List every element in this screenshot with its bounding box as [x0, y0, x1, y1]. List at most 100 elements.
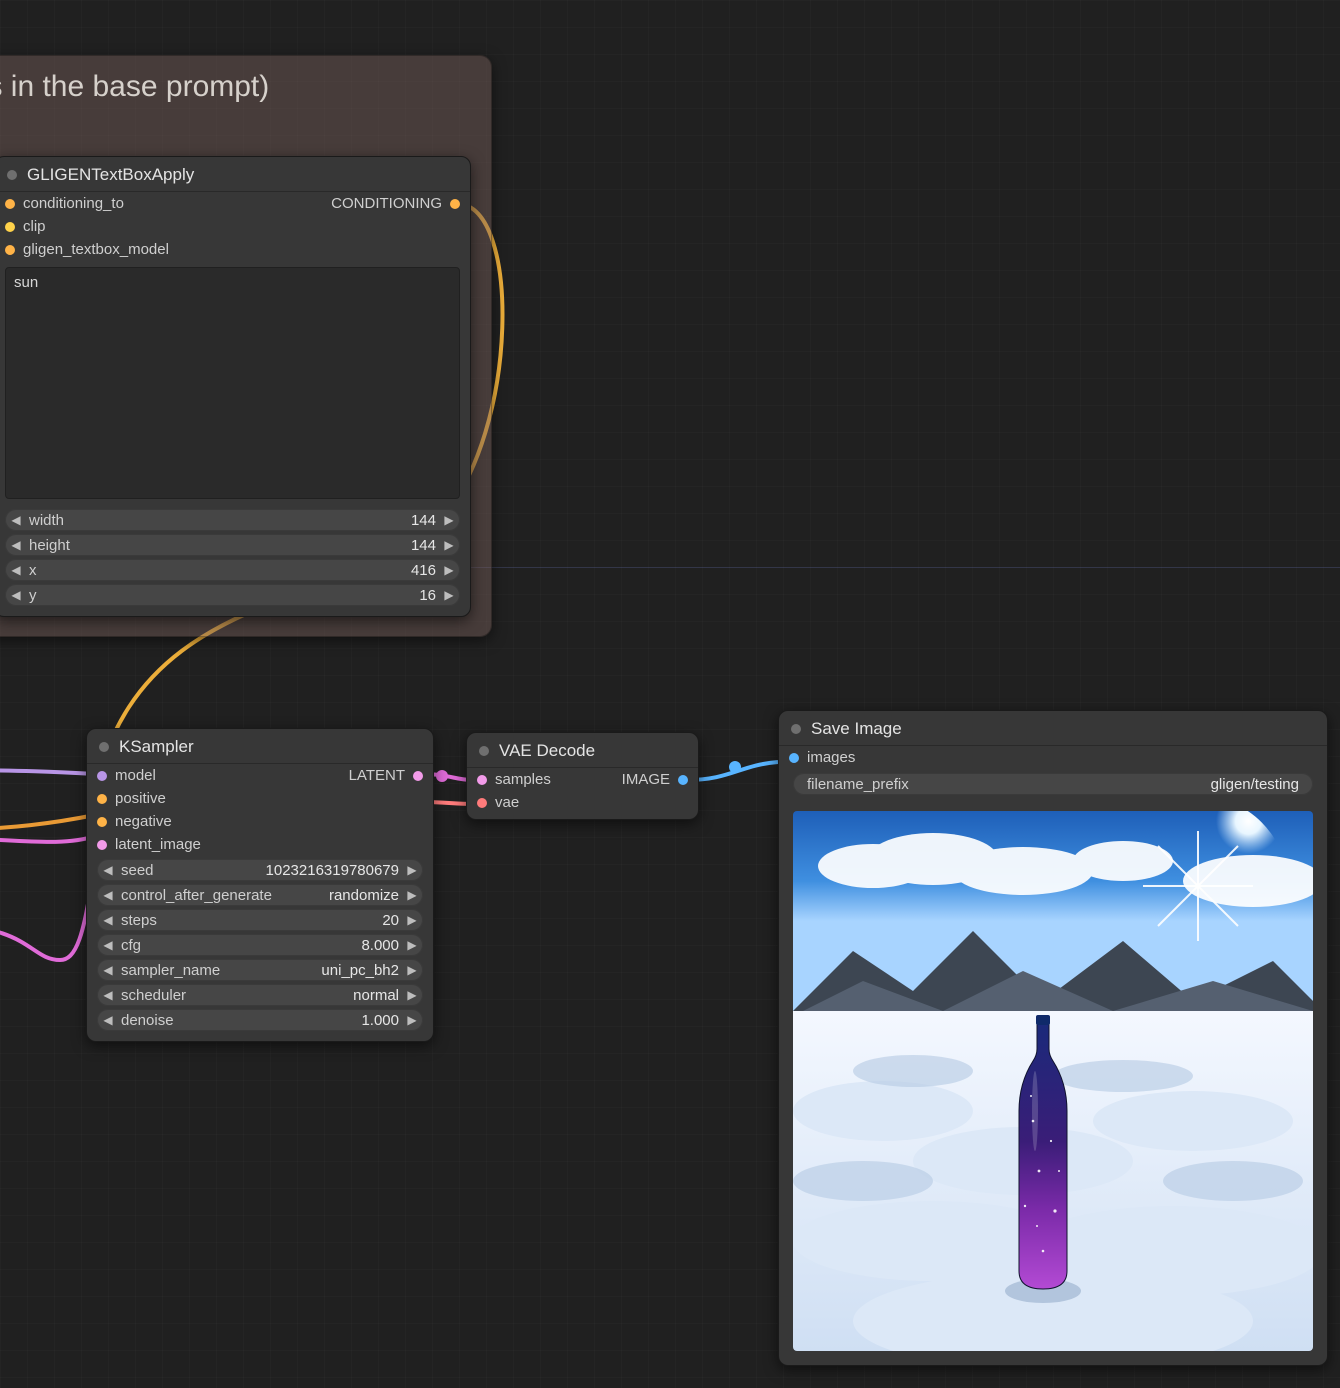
- seed-widget[interactable]: ◀ seed 1023216319780679 ▶: [97, 859, 423, 881]
- port-clip-in[interactable]: [5, 222, 15, 232]
- denoise-widget[interactable]: ◀ denoise 1.000 ▶: [97, 1009, 423, 1031]
- input-label: samples: [495, 771, 551, 788]
- node-title: GLIGENTextBoxApply: [27, 165, 194, 185]
- port-images-in[interactable]: [789, 753, 799, 763]
- decrement-icon[interactable]: ◀: [97, 988, 119, 1002]
- input-label: positive: [115, 790, 166, 807]
- widget-value[interactable]: uni_pc_bh2: [321, 962, 401, 979]
- width-widget[interactable]: ◀ width 144 ▶: [5, 509, 460, 531]
- widget-label: x: [27, 562, 37, 579]
- x-widget[interactable]: ◀ x 416 ▶: [5, 559, 460, 581]
- input-label: model: [115, 767, 156, 784]
- input-label: images: [807, 749, 855, 766]
- widget-value[interactable]: 1023216319780679: [266, 862, 401, 879]
- node-save-image[interactable]: Save Image images filename_prefix gligen…: [778, 710, 1328, 1366]
- node-header[interactable]: KSampler: [87, 729, 433, 764]
- widget-value[interactable]: 144: [411, 512, 438, 529]
- widget-value[interactable]: randomize: [329, 887, 401, 904]
- decrement-icon[interactable]: ◀: [97, 913, 119, 927]
- input-label: clip: [23, 218, 46, 235]
- increment-icon[interactable]: ▶: [401, 913, 423, 927]
- node-header[interactable]: GLIGENTextBoxApply: [0, 157, 470, 192]
- widget-value[interactable]: 144: [411, 537, 438, 554]
- input-label: gligen_textbox_model: [23, 241, 169, 258]
- widget-label: steps: [119, 912, 157, 929]
- decrement-icon[interactable]: ◀: [97, 888, 119, 902]
- collapse-dot-icon[interactable]: [791, 724, 801, 734]
- port-latent-out[interactable]: [413, 771, 423, 781]
- increment-icon[interactable]: ▶: [438, 538, 460, 552]
- widget-value[interactable]: 20: [382, 912, 401, 929]
- height-widget[interactable]: ◀ height 144 ▶: [5, 534, 460, 556]
- widget-value[interactable]: 16: [419, 587, 438, 604]
- widget-value[interactable]: 8.000: [361, 937, 401, 954]
- sampler-name-widget[interactable]: ◀ sampler_name uni_pc_bh2 ▶: [97, 959, 423, 981]
- port-vae-in[interactable]: [477, 798, 487, 808]
- increment-icon[interactable]: ▶: [401, 938, 423, 952]
- port-samples-in[interactable]: [477, 775, 487, 785]
- port-image-out[interactable]: [678, 775, 688, 785]
- widget-value[interactable]: 1.000: [361, 1012, 401, 1029]
- increment-icon[interactable]: ▶: [401, 888, 423, 902]
- decrement-icon[interactable]: ◀: [5, 513, 27, 527]
- group-title: ch some elements in the base prompt): [0, 56, 491, 104]
- node-title: VAE Decode: [499, 741, 595, 761]
- input-label: conditioning_to: [23, 195, 124, 212]
- collapse-dot-icon[interactable]: [7, 170, 17, 180]
- scheduler-widget[interactable]: ◀ scheduler normal ▶: [97, 984, 423, 1006]
- output-label: CONDITIONING: [331, 195, 442, 212]
- increment-icon[interactable]: ▶: [401, 1013, 423, 1027]
- filename-prefix-widget[interactable]: filename_prefix gligen/testing: [793, 773, 1313, 795]
- collapse-dot-icon[interactable]: [99, 742, 109, 752]
- widget-label: denoise: [119, 1012, 174, 1029]
- control-after-generate-widget[interactable]: ◀ control_after_generate randomize ▶: [97, 884, 423, 906]
- widget-label: height: [27, 537, 70, 554]
- increment-icon[interactable]: ▶: [401, 863, 423, 877]
- decrement-icon[interactable]: ◀: [5, 588, 27, 602]
- node-vae-decode[interactable]: VAE Decode samples IMAGE vae: [466, 732, 699, 820]
- node-header[interactable]: VAE Decode: [467, 733, 698, 768]
- prompt-group-box[interactable]: ch some elements in the base prompt) GLI…: [0, 55, 492, 637]
- port-latent-image-in[interactable]: [97, 840, 107, 850]
- steps-widget[interactable]: ◀ steps 20 ▶: [97, 909, 423, 931]
- widget-label: cfg: [119, 937, 141, 954]
- y-widget[interactable]: ◀ y 16 ▶: [5, 584, 460, 606]
- node-title: KSampler: [119, 737, 194, 757]
- increment-icon[interactable]: ▶: [438, 563, 460, 577]
- widget-value[interactable]: normal: [353, 987, 401, 1004]
- node-ksampler[interactable]: KSampler model LATENT positive negative …: [86, 728, 434, 1042]
- decrement-icon[interactable]: ◀: [97, 1013, 119, 1027]
- port-negative-in[interactable]: [97, 817, 107, 827]
- port-conditioning-to-in[interactable]: [5, 199, 15, 209]
- widget-label: seed: [119, 862, 154, 879]
- widget-label: control_after_generate: [119, 887, 272, 904]
- cfg-widget[interactable]: ◀ cfg 8.000 ▶: [97, 934, 423, 956]
- widget-label: sampler_name: [119, 962, 220, 979]
- decrement-icon[interactable]: ◀: [97, 963, 119, 977]
- input-label: latent_image: [115, 836, 201, 853]
- input-label: vae: [495, 794, 519, 811]
- decrement-icon[interactable]: ◀: [97, 863, 119, 877]
- port-model-in[interactable]: [97, 771, 107, 781]
- port-positive-in[interactable]: [97, 794, 107, 804]
- decrement-icon[interactable]: ◀: [97, 938, 119, 952]
- output-label: LATENT: [349, 767, 405, 784]
- increment-icon[interactable]: ▶: [438, 513, 460, 527]
- node-gligen-textbox-apply[interactable]: GLIGENTextBoxApply conditioning_to CONDI…: [0, 156, 471, 617]
- decrement-icon[interactable]: ◀: [5, 563, 27, 577]
- collapse-dot-icon[interactable]: [479, 746, 489, 756]
- gligen-text-input[interactable]: sun: [5, 267, 460, 499]
- decrement-icon[interactable]: ◀: [5, 538, 27, 552]
- node-header[interactable]: Save Image: [779, 711, 1327, 746]
- increment-icon[interactable]: ▶: [401, 963, 423, 977]
- widget-value[interactable]: 416: [411, 562, 438, 579]
- widget-label: y: [27, 587, 37, 604]
- increment-icon[interactable]: ▶: [438, 588, 460, 602]
- increment-icon[interactable]: ▶: [401, 988, 423, 1002]
- port-conditioning-out[interactable]: [450, 199, 460, 209]
- widget-label: width: [27, 512, 64, 529]
- widget-label: filename_prefix: [807, 776, 909, 793]
- port-gligen-model-in[interactable]: [5, 245, 15, 255]
- widget-value[interactable]: gligen/testing: [1211, 776, 1299, 793]
- output-image-preview[interactable]: [793, 811, 1313, 1351]
